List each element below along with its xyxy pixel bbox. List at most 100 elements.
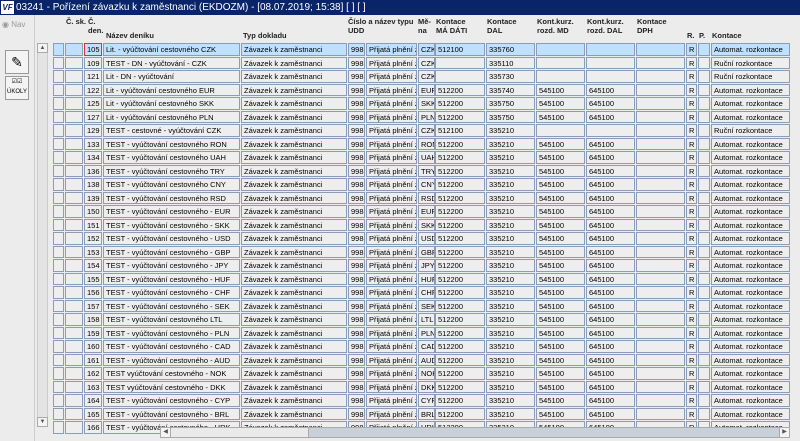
cell-typ[interactable]: Závazek k zaměstnanci xyxy=(241,286,347,299)
cell-c-sk2[interactable] xyxy=(65,151,83,164)
cell-udd-typ[interactable]: 998 xyxy=(348,137,365,150)
table-row[interactable]: 155 TEST - vyúčtování cestovného - HUF Záv… xyxy=(0,272,800,287)
cell-c-den[interactable]: 125 xyxy=(84,97,102,110)
cell-kurz-dal[interactable]: 645100 xyxy=(586,110,635,123)
cell-p[interactable] xyxy=(698,164,710,177)
cell-c-sk2[interactable] xyxy=(65,367,83,380)
cell-dph[interactable] xyxy=(636,326,685,339)
cell-c-sk[interactable] xyxy=(53,340,64,353)
table-row[interactable]: 164 TEST - vyúčtování cestovného - CYP Záv… xyxy=(0,394,800,408)
cell-typ[interactable]: Závazek k zaměstnanci xyxy=(241,83,347,96)
cell-kontace-md[interactable]: 512200 xyxy=(435,380,485,393)
cell-kontace[interactable]: Automat. rozkontace xyxy=(711,394,790,407)
cell-c-sk2[interactable] xyxy=(65,286,83,299)
cell-typ[interactable]: Závazek k zaměstnanci xyxy=(241,56,347,69)
table-row[interactable]: 165 TEST - vyúčtování cestovného - BRL Záv… xyxy=(0,407,800,422)
cell-kontace-dal[interactable]: 335210 xyxy=(486,353,535,366)
cell-kurz-dal[interactable]: 645100 xyxy=(586,232,635,245)
cell-udd-nazev[interactable]: Přijatá plnění z xyxy=(366,299,417,312)
cell-p[interactable] xyxy=(698,394,710,407)
cell-kurz-dal[interactable]: 645100 xyxy=(586,191,635,204)
cell-udd-nazev[interactable]: Přijatá plnění z xyxy=(366,43,417,56)
cell-r[interactable]: R xyxy=(686,56,697,69)
cell-kurz-dal[interactable]: 645100 xyxy=(586,205,635,218)
cell-c-sk[interactable] xyxy=(53,205,64,218)
cell-udd-nazev[interactable]: Přijatá plnění z xyxy=(366,191,417,204)
cell-kontace-dal[interactable]: 335210 xyxy=(486,407,535,420)
cell-c-sk2[interactable] xyxy=(65,380,83,393)
cell-c-den[interactable]: 134 xyxy=(84,151,102,164)
cell-kurz-dal[interactable]: 645100 xyxy=(586,407,635,420)
cell-kontace-dal[interactable]: 335210 xyxy=(486,151,535,164)
cell-dph[interactable] xyxy=(636,313,685,326)
cell-mena[interactable]: CAD xyxy=(418,340,435,353)
cell-kurz-dal[interactable]: 645100 xyxy=(586,83,635,96)
table-row[interactable]: 121 Lit - DN - vyúčtování Závazek k zaměst… xyxy=(0,70,800,84)
scroll-thumb[interactable] xyxy=(171,428,309,437)
cell-mena[interactable]: LTL xyxy=(418,313,435,326)
cell-dph[interactable] xyxy=(636,70,685,83)
cell-kurz-md[interactable]: 545100 xyxy=(536,151,585,164)
cell-kontace-md[interactable]: 512200 xyxy=(435,178,485,191)
cell-p[interactable] xyxy=(698,380,710,393)
cell-mena[interactable]: SEK xyxy=(418,299,435,312)
table-row[interactable]: 129 TEST - cestovné - vyúčtování CZK Závaz… xyxy=(0,124,800,138)
table-row[interactable]: 152 TEST - vyúčtování cestovného - USD Záv… xyxy=(0,232,800,246)
cell-typ[interactable]: Závazek k zaměstnanci xyxy=(241,313,347,326)
cell-c-sk2[interactable] xyxy=(65,205,83,218)
cell-c-sk[interactable] xyxy=(53,272,64,285)
cell-p[interactable] xyxy=(698,232,710,245)
cell-kurz-md[interactable]: 545100 xyxy=(536,83,585,96)
cell-udd-nazev[interactable]: Přijatá plnění z xyxy=(366,56,417,69)
cell-kontace[interactable]: Automat. rozkontace xyxy=(711,340,790,353)
cell-kontace-md[interactable]: 512100 xyxy=(435,124,485,137)
cell-kontace-md[interactable]: 512200 xyxy=(435,245,485,258)
cell-mena[interactable]: RSD xyxy=(418,191,435,204)
table-row[interactable]: 122 Lit - vyúčtování cestovného EUR Závaze… xyxy=(0,83,800,98)
cell-r[interactable]: R xyxy=(686,43,697,56)
table-row[interactable]: 150 TEST - vyúčtování cestovného - EUR Záv… xyxy=(0,205,800,219)
cell-mena[interactable]: UAH xyxy=(418,151,435,164)
cell-kontace-md[interactable]: 512200 xyxy=(435,151,485,164)
cell-kontace[interactable]: Automat. rozkontace xyxy=(711,83,790,96)
cell-c-sk[interactable] xyxy=(53,56,64,69)
cell-udd-typ[interactable]: 998 xyxy=(348,43,365,56)
cell-r[interactable]: R xyxy=(686,245,697,258)
cell-nazev[interactable]: TEST - vyúčtování cestovného RSD xyxy=(103,191,240,204)
cell-nazev[interactable]: TEST - vyúčtování cestovného - BRL xyxy=(103,407,240,420)
cell-kurz-dal[interactable]: 645100 xyxy=(586,353,635,366)
cell-mena[interactable]: JPY xyxy=(418,259,435,272)
cell-mena[interactable]: CZK xyxy=(418,43,435,56)
cell-p[interactable] xyxy=(698,259,710,272)
cell-c-sk2[interactable] xyxy=(65,340,83,353)
cell-kurz-md[interactable]: 545100 xyxy=(536,97,585,110)
cell-mena[interactable]: USD xyxy=(418,232,435,245)
cell-kontace-dal[interactable]: 335110 xyxy=(486,56,535,69)
cell-typ[interactable]: Závazek k zaměstnanci xyxy=(241,178,347,191)
cell-c-den[interactable]: 105 xyxy=(84,43,102,56)
cell-c-sk2[interactable] xyxy=(65,272,83,285)
cell-c-sk[interactable] xyxy=(53,407,64,420)
cell-r[interactable]: R xyxy=(686,70,697,83)
cell-nazev[interactable]: Lit - vyúčtování cestovného SKK xyxy=(103,97,240,110)
cell-kontace-md[interactable]: 512200 xyxy=(435,394,485,407)
cell-dph[interactable] xyxy=(636,56,685,69)
cell-typ[interactable]: Závazek k zaměstnanci xyxy=(241,299,347,312)
cell-typ[interactable]: Závazek k zaměstnanci xyxy=(241,259,347,272)
cell-kontace[interactable]: Automat. rozkontace xyxy=(711,259,790,272)
cell-udd-nazev[interactable]: Přijatá plnění z xyxy=(366,353,417,366)
cell-r[interactable]: R xyxy=(686,340,697,353)
cell-c-den[interactable]: 158 xyxy=(84,313,102,326)
cell-kontace[interactable]: Automat. rozkontace xyxy=(711,313,790,326)
cell-kontace-dal[interactable]: 335210 xyxy=(486,380,535,393)
cell-c-sk[interactable] xyxy=(53,97,64,110)
table-row[interactable]: 157 TEST - vyúčtování cestovného - SEK Záv… xyxy=(0,299,800,314)
cell-c-sk[interactable] xyxy=(53,259,64,272)
cell-kontace-dal[interactable]: 335210 xyxy=(486,340,535,353)
cell-c-sk2[interactable] xyxy=(65,178,83,191)
cell-r[interactable]: R xyxy=(686,137,697,150)
cell-kontace-md[interactable]: 512200 xyxy=(435,299,485,312)
cell-nazev[interactable]: TEST - vyúčtování cestovného - SEK xyxy=(103,299,240,312)
cell-kontace-md[interactable]: 512200 xyxy=(435,407,485,420)
cell-dph[interactable] xyxy=(636,178,685,191)
